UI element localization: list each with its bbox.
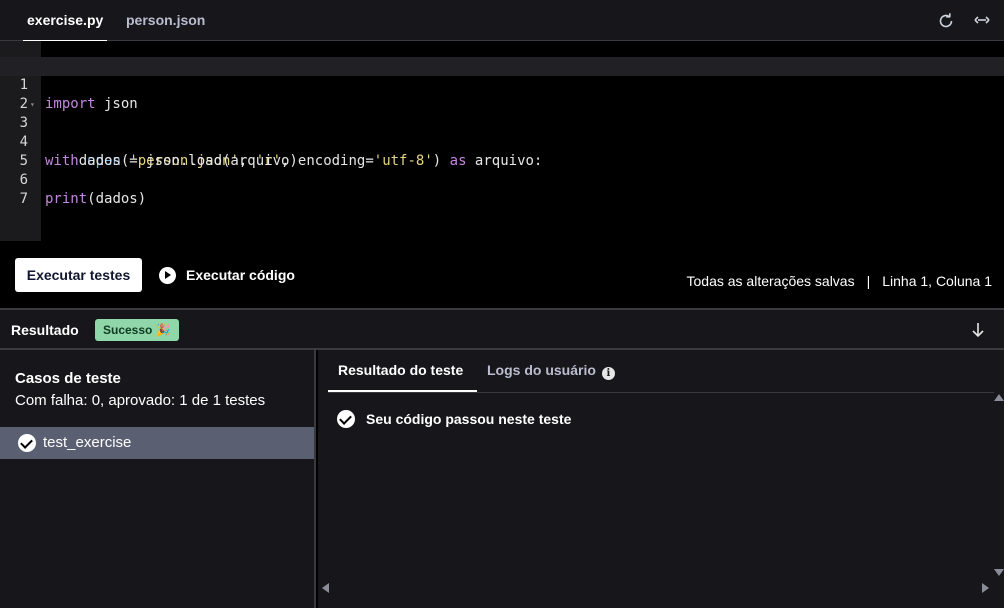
result-header: Resultado Sucesso 🎉 [0,308,1004,350]
test-case-label: test_exercise [43,434,132,451]
test-cases-panel: Casos de teste Com falha: 0, aprovado: 1… [0,350,316,608]
run-tests-button[interactable]: Executar testes [15,258,142,292]
code-line[interactable]: 6 print(dados) [0,152,1004,207]
test-result-panel: Resultado do teste Logs do usuário i Seu … [318,350,1004,608]
file-tab-bar: exercise.py person.json [0,0,1004,42]
tabs-divider [328,392,994,393]
code-line[interactable]: 5 [0,133,1004,169]
reset-icon[interactable] [936,10,956,30]
tab-user-logs[interactable]: Logs do usuário i [487,362,615,380]
check-circle-icon [18,434,36,452]
run-code-label: Executar código [186,267,295,283]
code-line[interactable]: 7 [0,171,1004,207]
tab-person-json[interactable]: person.json [126,0,205,41]
play-icon [159,266,176,284]
collapse-arrow-icon[interactable] [970,321,986,339]
save-status: Todas as alterações salvas [686,273,855,289]
scroll-up-arrow-icon[interactable] [994,394,1004,401]
check-circle-icon [337,410,355,428]
action-bar: Executar testes Executar código Todas as… [0,241,1004,308]
code-editor[interactable]: 1 import json 2 3 ▾ with open('person.js… [0,41,1004,241]
scroll-down-arrow-icon[interactable] [994,569,1004,576]
editor-status: Todas as alterações salvas | Linha 1, Colu… [687,273,993,289]
run-code-button[interactable]: Executar código [159,264,295,286]
test-case-item[interactable]: test_exercise [0,427,314,459]
status-badge: Sucesso 🎉 [95,319,179,341]
code-text[interactable]: print(dados) [45,190,146,209]
tab-exercise-py[interactable]: exercise.py [22,0,108,42]
scroll-right-arrow-icon[interactable] [982,583,989,593]
result-title: Resultado [11,322,79,338]
code-line[interactable]: 2 [0,76,1004,112]
test-pass-message: Seu código passou neste teste [366,411,572,427]
tab-test-result[interactable]: Resultado do teste [338,362,463,378]
line-number: 7 [19,191,28,207]
code-line[interactable]: 3 ▾ with open('person.json', 'r', encodi… [0,95,1004,169]
cursor-position: Linha 1, Coluna 1 [882,273,992,289]
expand-icon[interactable] [972,10,992,30]
scroll-left-arrow-icon[interactable] [322,583,329,593]
test-cases-title: Casos de teste [15,370,121,387]
fold-arrow-icon[interactable]: ▾ [30,95,35,114]
code-line[interactable]: 4 dados = json.load(arquivo) [0,114,1004,169]
tab-user-logs-label: Logs do usuário [487,362,596,378]
test-cases-summary: Com falha: 0, aprovado: 1 de 1 testes [15,392,266,409]
code-line[interactable]: 1 import json [0,57,1004,112]
info-icon[interactable]: i [601,367,615,380]
status-separator: | [866,273,871,289]
